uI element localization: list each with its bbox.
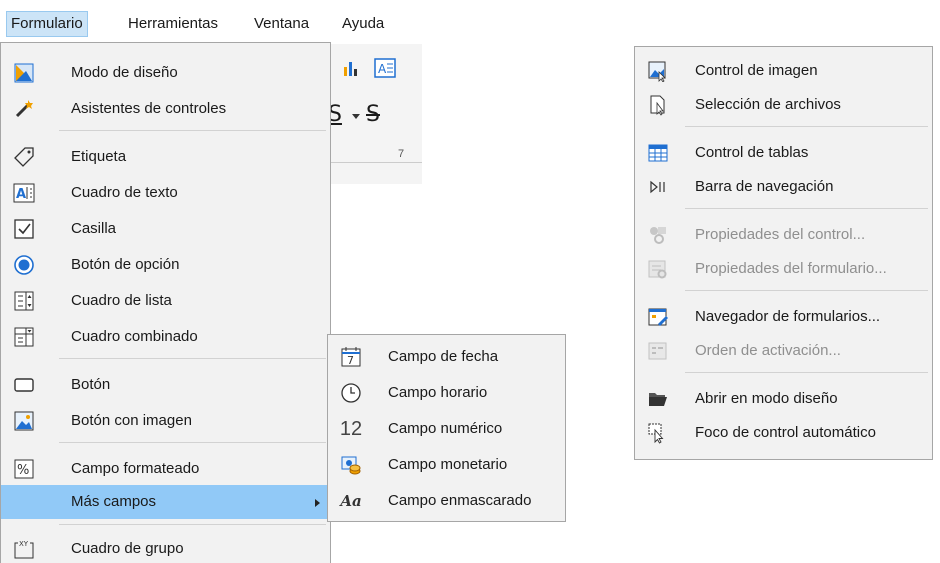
menu-item-mas-campos[interactable]: Más campos (1, 485, 330, 519)
menu-item-asistentes[interactable]: Asistentes de controles (1, 91, 330, 127)
chart-icon (342, 58, 362, 78)
form-properties-icon (647, 258, 669, 280)
formulario-menu: Modo de diseño Asistentes de controles E… (0, 42, 331, 563)
activation-order-icon (647, 340, 669, 362)
wizard-wand-icon (13, 98, 35, 120)
form-navigator-icon (647, 306, 669, 328)
menu-item-campo-formateado[interactable]: % Campo formateado (1, 451, 330, 487)
menu-item-campo-horario[interactable]: Campo horario (328, 375, 565, 411)
separator (685, 290, 928, 291)
date-field-icon: 7 (340, 346, 362, 368)
clock-icon (340, 382, 362, 404)
menu-item-modo-diseno[interactable]: Modo de diseño (1, 55, 330, 91)
menu-item-seleccion-archivos[interactable]: Selección de archivos (635, 87, 932, 123)
menu-item-boton-imagen[interactable]: Botón con imagen (1, 403, 330, 439)
menu-item-campo-numerico[interactable]: 12 Campo numérico (328, 411, 565, 447)
menu-item-cuadro-grupo[interactable]: XY Cuadro de grupo (1, 531, 330, 563)
text-frame-icon: A (374, 58, 396, 78)
menu-item-barra-navegacion[interactable]: Barra de navegación (635, 169, 932, 205)
svg-text:A: A (16, 187, 26, 202)
svg-text:7: 7 (347, 354, 354, 367)
push-button-icon (13, 374, 35, 396)
folder-open-icon (647, 388, 669, 410)
numeric-icon: 12 (339, 417, 363, 440)
mas-campos-submenu: 7 Campo de fecha Campo horario 12 Campo … (327, 334, 566, 522)
strikethrough-button[interactable]: S (366, 102, 380, 127)
menu-item-abrir-modo-diseno[interactable]: Abrir en modo diseño (635, 381, 932, 417)
ruler (330, 162, 422, 168)
ruler-number: 7 (398, 148, 405, 160)
menu-ayuda[interactable]: Ayuda (338, 12, 388, 36)
menu-item-navegador-formularios[interactable]: Navegador de formularios... (635, 299, 932, 335)
separator (59, 524, 326, 525)
svg-text:%: % (17, 463, 29, 478)
table-control-icon (647, 142, 669, 164)
file-selection-icon (647, 94, 669, 116)
separator (685, 126, 928, 127)
formulario-menu-continuation: Control de imagen Selección de archivos … (634, 46, 933, 460)
underline-dropdown-icon[interactable] (352, 114, 360, 119)
menu-herramientas[interactable]: Herramientas (124, 12, 222, 36)
separator (685, 208, 928, 209)
menu-item-foco-control-automatico[interactable]: Foco de control automático (635, 415, 932, 451)
combo-box-icon (13, 326, 35, 348)
menu-item-etiqueta[interactable]: Etiqueta (1, 139, 330, 175)
menu-item-casilla[interactable]: Casilla (1, 211, 330, 247)
control-properties-icon (647, 224, 669, 246)
menu-ventana[interactable]: Ventana (250, 12, 313, 36)
radio-button-icon (13, 254, 35, 276)
list-box-icon (13, 290, 35, 312)
menu-item-cuadro-combinado[interactable]: Cuadro combinado (1, 319, 330, 355)
menu-item-orden-activacion[interactable]: Orden de activación... (635, 333, 932, 369)
masked-field-icon: Aa (340, 492, 362, 510)
menu-formulario[interactable]: Formulario (6, 11, 88, 37)
menu-item-campo-enmascarado[interactable]: Aa Campo enmascarado (328, 483, 565, 519)
menu-bar: Formulario Herramientas Ventana Ayuda (0, 0, 420, 42)
menu-item-cuadro-texto[interactable]: A Cuadro de texto (1, 175, 330, 211)
menu-item-propiedades-control[interactable]: Propiedades del control... (635, 217, 932, 253)
auto-focus-icon (647, 422, 669, 444)
separator (685, 372, 928, 373)
menu-item-campo-fecha[interactable]: 7 Campo de fecha (328, 339, 565, 375)
text-box-icon: A (13, 182, 35, 204)
separator (59, 442, 326, 443)
menu-item-control-imagen[interactable]: Control de imagen (635, 53, 932, 89)
formatted-field-icon: % (13, 458, 35, 480)
currency-icon (340, 454, 362, 476)
image-control-icon (647, 60, 669, 82)
group-box-icon: XY (13, 538, 35, 560)
menu-item-boton[interactable]: Botón (1, 367, 330, 403)
background-toolbar: A S S 7 (328, 44, 422, 184)
submenu-arrow-icon (315, 499, 320, 507)
navigation-bar-icon (647, 176, 669, 198)
separator (59, 358, 326, 359)
menu-item-cuadro-lista[interactable]: Cuadro de lista (1, 283, 330, 319)
separator (59, 130, 326, 131)
checkbox-icon (13, 218, 35, 240)
menu-item-control-tablas[interactable]: Control de tablas (635, 135, 932, 171)
menu-item-campo-monetario[interactable]: Campo monetario (328, 447, 565, 483)
svg-text:A: A (378, 62, 387, 76)
label-tag-icon (13, 146, 35, 168)
image-button-icon (13, 410, 35, 432)
menu-item-boton-opcion[interactable]: Botón de opción (1, 247, 330, 283)
design-mode-icon (13, 62, 35, 84)
menu-item-propiedades-formulario[interactable]: Propiedades del formulario... (635, 251, 932, 287)
svg-text:XY: XY (19, 540, 29, 548)
